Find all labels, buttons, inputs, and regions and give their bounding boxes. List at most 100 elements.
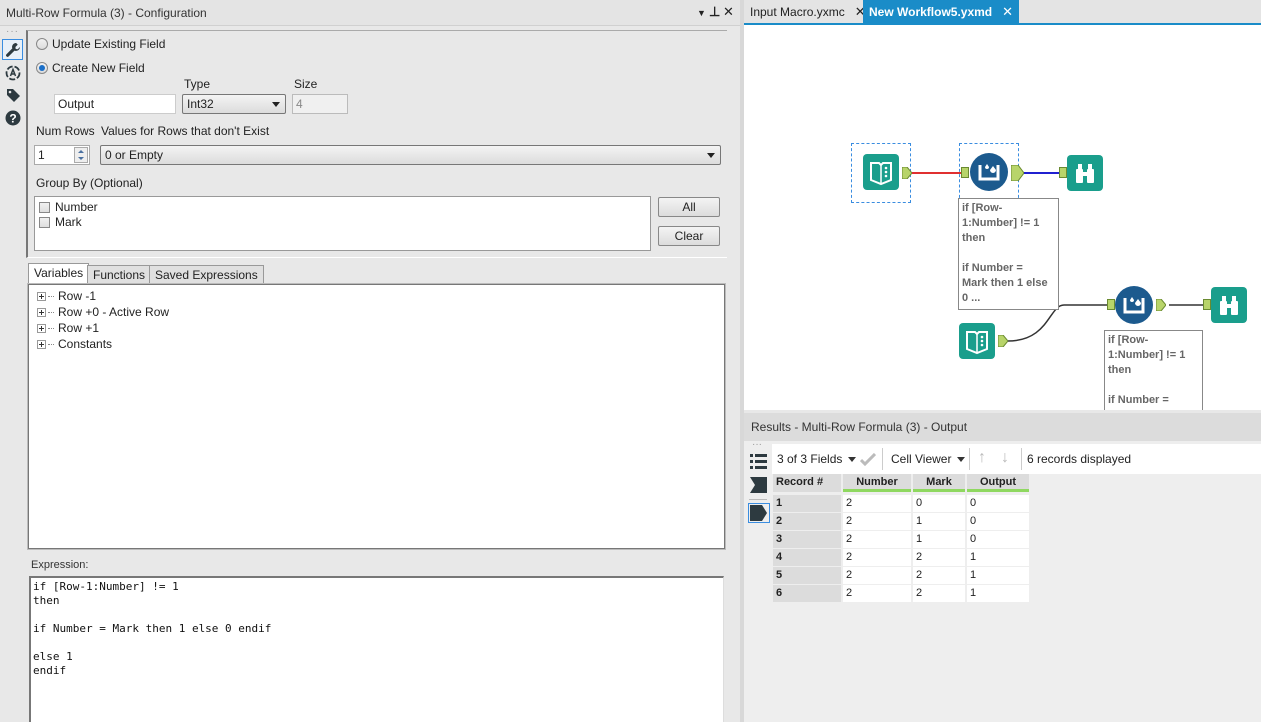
close-icon[interactable]: ✕ xyxy=(1002,4,1013,20)
table-cell[interactable]: 0 xyxy=(913,495,965,512)
arrow-down-icon[interactable] xyxy=(78,157,84,160)
table-cell[interactable]: 2 xyxy=(843,531,911,548)
output-anchor-view-button[interactable] xyxy=(748,503,770,523)
record-number-cell[interactable]: 3 xyxy=(773,531,841,548)
panel-menu-dropdown-icon[interactable]: ▼ xyxy=(697,8,706,18)
expression-label: Expression: xyxy=(31,559,89,571)
update-existing-option[interactable]: Update Existing Field xyxy=(36,37,165,51)
table-cell[interactable]: 0 xyxy=(967,531,1029,548)
tree-item-row-minus-1[interactable]: Row -1 xyxy=(37,289,96,303)
tab-input-macro[interactable]: Input Macro.yxmc ✕ xyxy=(744,0,872,23)
table-cell[interactable]: 2 xyxy=(913,567,965,584)
input-anchor[interactable] xyxy=(1203,299,1211,310)
table-cell[interactable]: 1 xyxy=(913,531,965,548)
input-anchor[interactable] xyxy=(1107,299,1115,310)
table-cell[interactable]: 2 xyxy=(843,495,911,512)
table-cell[interactable]: 2 xyxy=(843,567,911,584)
input-anchor[interactable] xyxy=(1059,167,1067,178)
column-header-output[interactable]: Output xyxy=(967,474,1029,492)
clear-button[interactable]: Clear xyxy=(658,226,720,246)
record-number-cell[interactable]: 1 xyxy=(773,495,841,512)
fields-selector[interactable]: 3 of 3 Fields xyxy=(777,452,857,466)
stepper-buttons[interactable] xyxy=(74,147,88,163)
arrow-up-icon[interactable]: ↑ xyxy=(978,449,986,467)
expand-icon[interactable] xyxy=(37,323,46,333)
num-rows-stepper[interactable]: 1 xyxy=(34,145,90,165)
output-anchor[interactable] xyxy=(1011,165,1024,181)
fields-selector-label: 3 of 3 Fields xyxy=(777,452,843,466)
column-header-number[interactable]: Number xyxy=(843,474,911,492)
record-number-cell[interactable]: 5 xyxy=(773,567,841,584)
input-data-tool[interactable] xyxy=(863,154,899,190)
tab-functions[interactable]: Functions xyxy=(87,265,152,284)
wrench-icon[interactable] xyxy=(2,39,23,60)
field-name-input[interactable]: Output xyxy=(54,94,176,114)
browse-tool-2[interactable] xyxy=(1211,287,1247,323)
multi-row-formula-tool-2[interactable] xyxy=(1115,286,1153,324)
table-cell[interactable]: 2 xyxy=(843,585,911,602)
tab-variables[interactable]: Variables xyxy=(28,263,90,285)
tree-item-constants[interactable]: Constants xyxy=(37,337,112,351)
browse-tool[interactable] xyxy=(1067,155,1103,191)
annotation-icon[interactable] xyxy=(2,62,23,83)
output-anchor-view-icon xyxy=(750,505,767,521)
record-number-cell[interactable]: 2 xyxy=(773,513,841,530)
expand-icon[interactable] xyxy=(37,339,46,349)
tab-label: New Workflow5.yxmd xyxy=(869,4,993,19)
table-cell[interactable]: 1 xyxy=(913,513,965,530)
create-new-option[interactable]: Create New Field xyxy=(36,61,145,75)
record-number-cell[interactable]: 6 xyxy=(773,585,841,602)
table-cell[interactable]: 1 xyxy=(967,549,1029,566)
input-anchor-view-icon[interactable] xyxy=(750,477,767,493)
table-cell[interactable]: 1 xyxy=(967,567,1029,584)
type-select[interactable]: Int32 xyxy=(182,94,286,114)
group-by-item[interactable]: Number xyxy=(39,200,98,214)
expand-icon[interactable] xyxy=(37,291,46,301)
workflow-canvas[interactable]: if [Row- 1:Number] != 1 then if Number =… xyxy=(744,25,1261,410)
table-cell[interactable]: 0 xyxy=(967,513,1029,530)
tab-new-workflow5[interactable]: New Workflow5.yxmd ✕ xyxy=(863,0,1020,23)
table-cell[interactable]: 2 xyxy=(843,513,911,530)
results-side-toolbar: ··· xyxy=(744,439,772,722)
tree-item-row-plus-1[interactable]: Row +1 xyxy=(37,321,99,335)
output-anchor[interactable] xyxy=(902,167,912,179)
group-by-item-label: Number xyxy=(55,200,98,214)
arrow-down-icon[interactable]: ↓ xyxy=(1001,449,1009,467)
select-all-button[interactable]: All xyxy=(658,197,720,217)
expand-icon[interactable] xyxy=(37,307,46,317)
viewer-selector[interactable]: Cell Viewer xyxy=(891,452,966,466)
pin-icon[interactable]: ⊥ xyxy=(709,4,720,20)
table-cell[interactable]: 1 xyxy=(967,585,1029,602)
group-by-item[interactable]: Mark xyxy=(39,215,82,229)
table-cell[interactable]: 2 xyxy=(913,549,965,566)
table-cell[interactable]: 2 xyxy=(843,549,911,566)
input-data-tool-2[interactable] xyxy=(959,323,995,359)
group-by-checkbox[interactable] xyxy=(39,216,50,228)
group-by-list[interactable]: Number Mark xyxy=(34,196,651,251)
record-number-cell[interactable]: 4 xyxy=(773,549,841,566)
create-new-radio[interactable] xyxy=(36,62,48,74)
multi-row-formula-tool[interactable] xyxy=(970,153,1008,191)
table-cell[interactable]: 0 xyxy=(967,495,1029,512)
tab-saved-expressions[interactable]: Saved Expressions xyxy=(149,265,264,284)
table-cell[interactable]: 2 xyxy=(913,585,965,602)
column-header-mark[interactable]: Mark xyxy=(913,474,965,492)
input-anchor[interactable] xyxy=(961,167,969,178)
column-header-record[interactable]: Record # xyxy=(773,474,841,492)
update-existing-radio[interactable] xyxy=(36,38,48,50)
multi-row-formula-icon xyxy=(1123,297,1145,314)
group-by-label: Group By (Optional) xyxy=(36,176,143,190)
close-panel-icon[interactable]: ✕ xyxy=(723,4,734,20)
list-view-icon[interactable] xyxy=(750,453,767,470)
arrow-up-icon[interactable] xyxy=(78,150,84,153)
expression-editor[interactable]: if [Row-1:Number] != 1 then if Number = … xyxy=(29,576,724,722)
group-by-checkbox[interactable] xyxy=(39,201,50,213)
output-anchor[interactable] xyxy=(998,335,1008,347)
output-anchor[interactable] xyxy=(1156,299,1166,311)
tree-item-active-row[interactable]: Row +0 - Active Row xyxy=(37,305,169,319)
help-icon[interactable]: ? xyxy=(2,107,23,128)
tag-icon[interactable] xyxy=(2,84,23,105)
nonexistent-rows-select[interactable]: 0 or Empty xyxy=(100,145,721,165)
checkmark-icon[interactable] xyxy=(860,453,876,466)
results-toolbar: 3 of 3 Fields Cell Viewer ↑ ↓ 6 records … xyxy=(772,444,1261,474)
